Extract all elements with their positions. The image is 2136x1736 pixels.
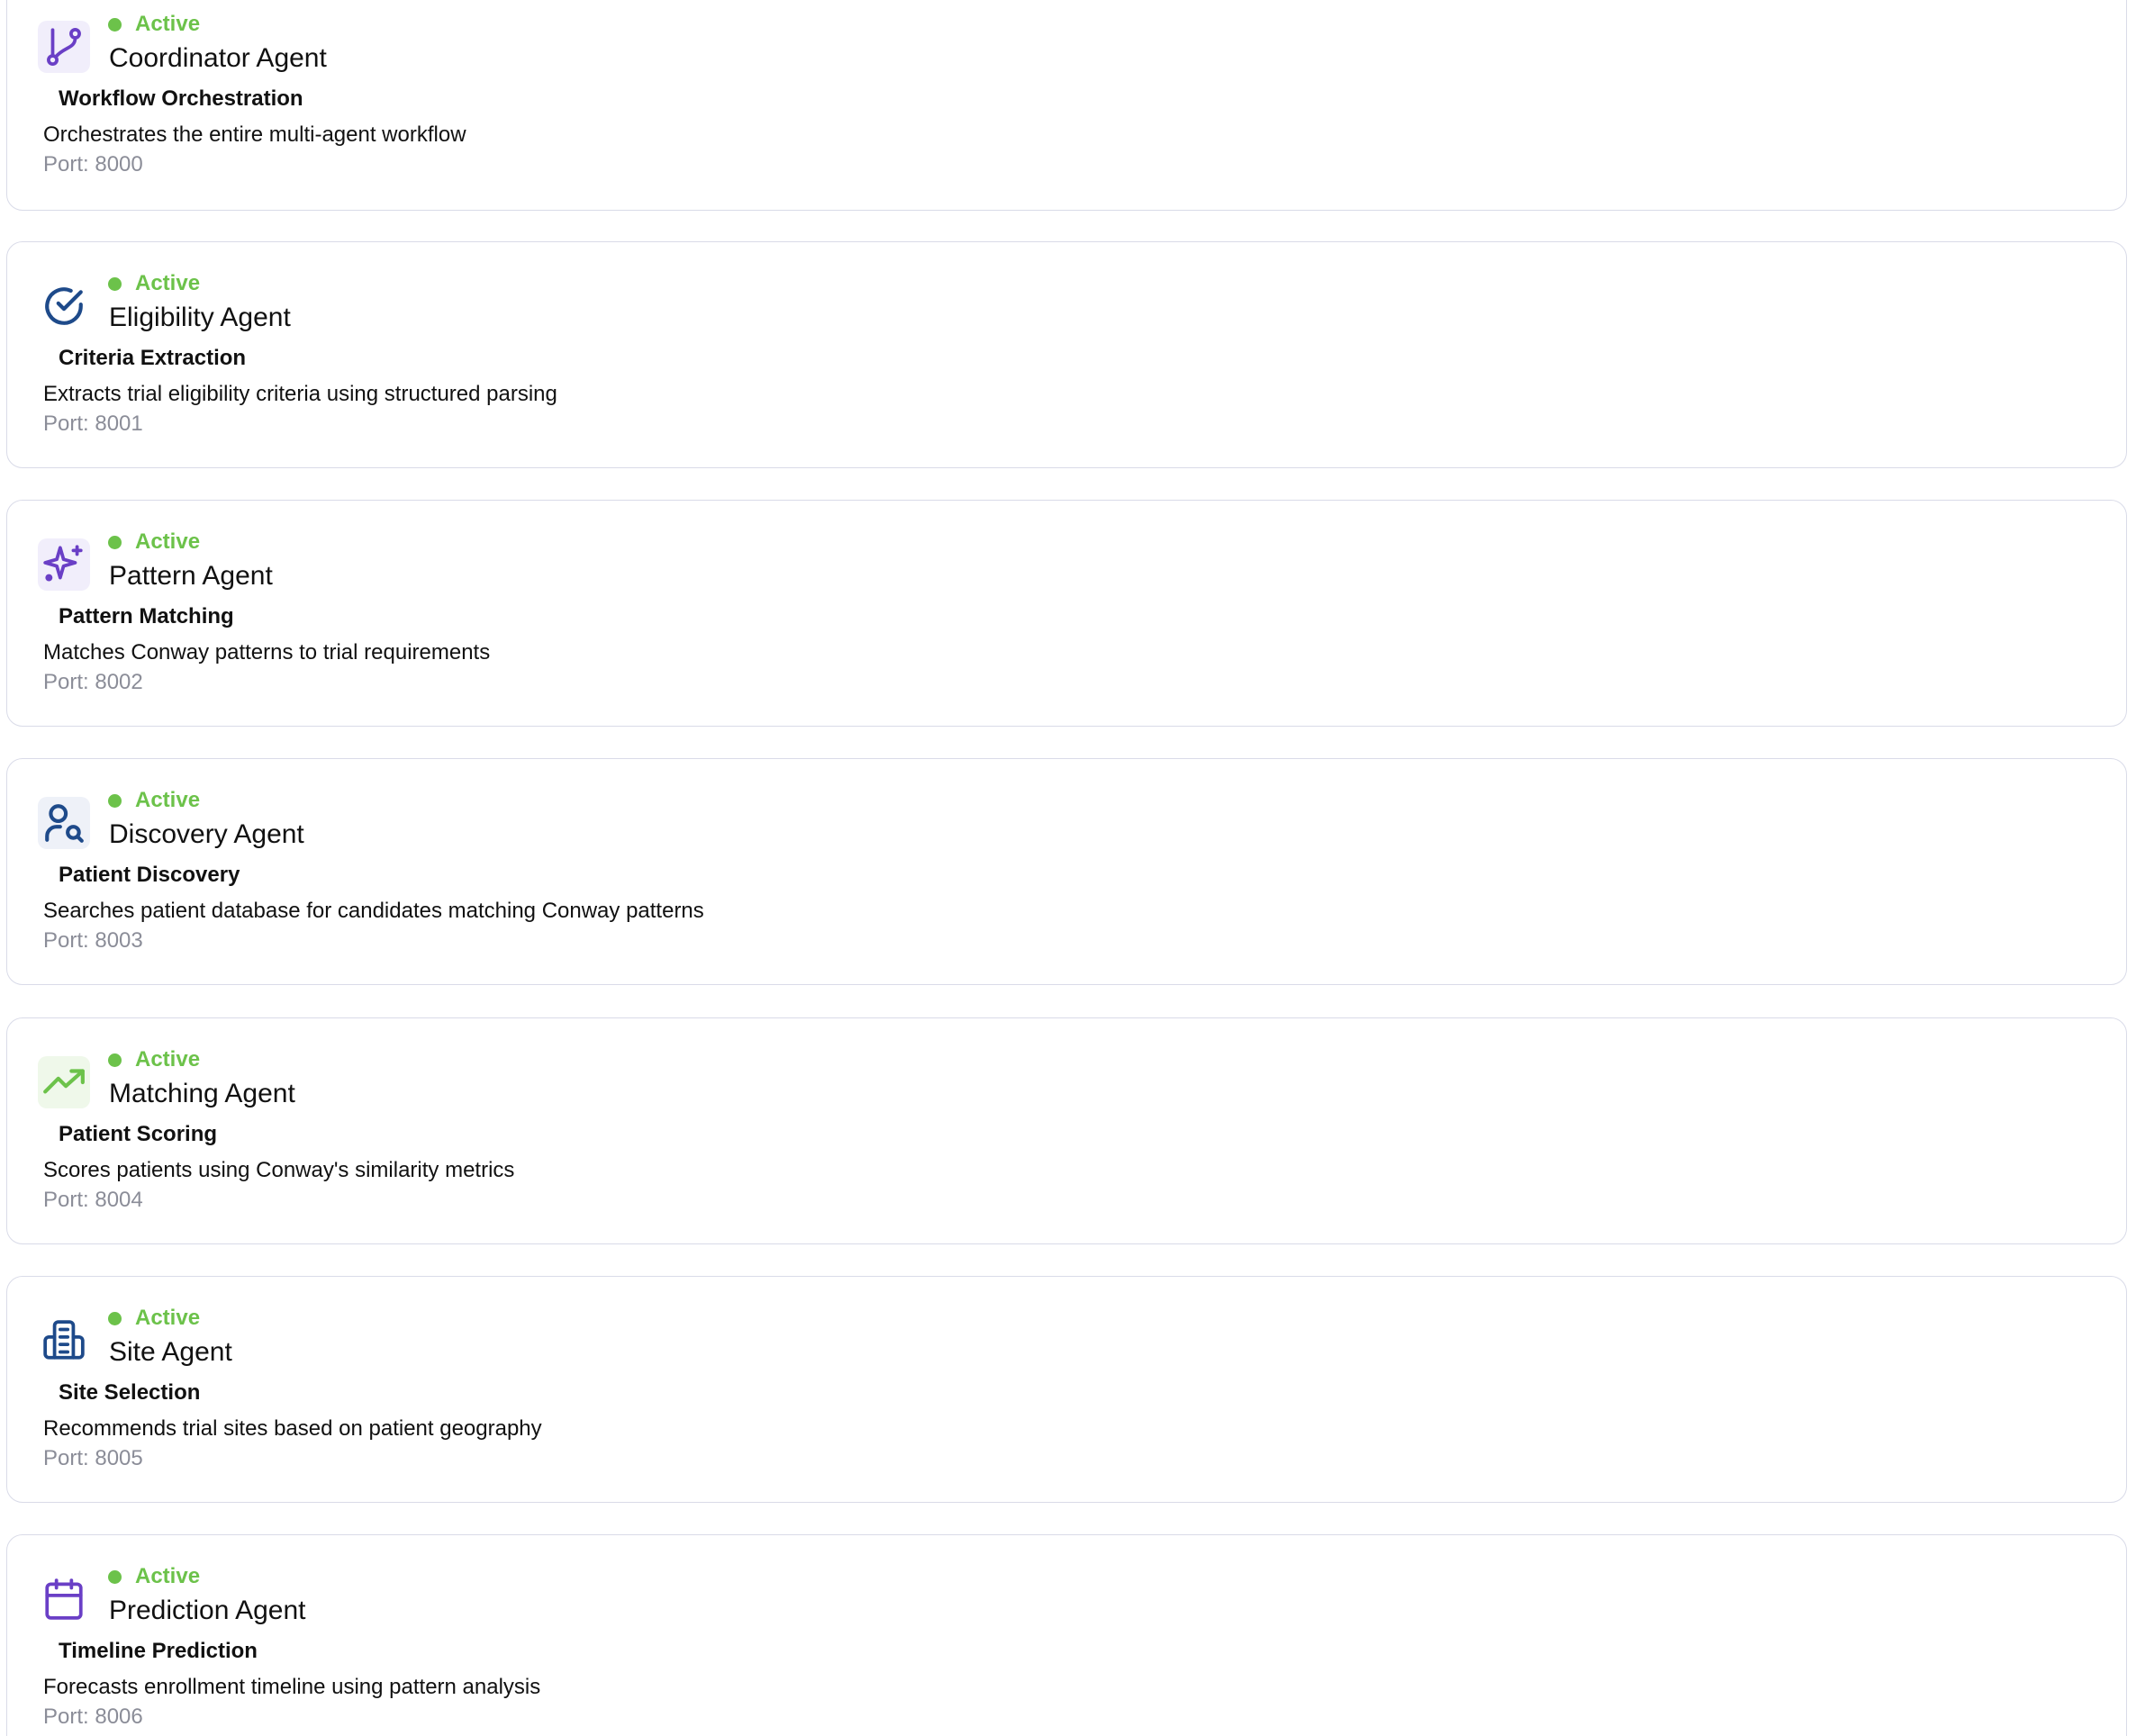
status-indicator: Active bbox=[108, 1045, 200, 1074]
building-icon bbox=[38, 1315, 90, 1367]
agent-name: Coordinator Agent bbox=[109, 43, 327, 73]
agent-name: Matching Agent bbox=[109, 1079, 295, 1108]
status-label: Active bbox=[135, 529, 201, 554]
agent-role: Pattern Matching bbox=[59, 604, 234, 628]
status-indicator: Active bbox=[108, 269, 200, 298]
agent-role: Patient Discovery bbox=[59, 863, 240, 887]
calendar-icon bbox=[38, 1573, 90, 1625]
agent-name: Pattern Agent bbox=[109, 561, 273, 591]
agent-card-discovery[interactable]: Active Discovery Agent Patient Discovery… bbox=[6, 758, 2127, 985]
agent-name: Discovery Agent bbox=[109, 819, 304, 849]
agent-role: Workflow Orchestration bbox=[59, 86, 303, 111]
trending-up-icon bbox=[38, 1056, 90, 1108]
status-indicator: Active bbox=[108, 786, 200, 815]
agent-role: Site Selection bbox=[59, 1380, 201, 1405]
status-label: Active bbox=[135, 1306, 201, 1330]
git-branch-icon bbox=[38, 21, 90, 73]
agent-role: Patient Scoring bbox=[59, 1122, 218, 1146]
agent-list: Active Coordinator Agent Workflow Orches… bbox=[0, 0, 2136, 1736]
status-dot bbox=[108, 535, 122, 549]
agent-description: Orchestrates the entire multi-agent work… bbox=[43, 122, 466, 147]
status-indicator: Active bbox=[108, 1304, 200, 1333]
check-circle-icon bbox=[38, 280, 90, 332]
status-label: Active bbox=[135, 12, 201, 36]
agent-role: Criteria Extraction bbox=[59, 346, 247, 370]
sparkles-icon bbox=[38, 538, 90, 591]
status-dot bbox=[108, 1053, 122, 1067]
status-label: Active bbox=[135, 1564, 201, 1588]
agent-description: Searches patient database for candidates… bbox=[43, 899, 704, 923]
agent-name: Eligibility Agent bbox=[109, 303, 291, 332]
agent-port: Port: 8005 bbox=[43, 1446, 143, 1470]
status-label: Active bbox=[135, 1047, 201, 1071]
agent-port: Port: 8004 bbox=[43, 1188, 143, 1212]
agent-description: Forecasts enrollment timeline using patt… bbox=[43, 1675, 541, 1699]
user-search-icon bbox=[38, 797, 90, 849]
agent-port: Port: 8001 bbox=[43, 411, 143, 436]
agent-description: Scores patients using Conway's similarit… bbox=[43, 1158, 515, 1182]
status-dot bbox=[108, 1311, 122, 1325]
agent-card-matching[interactable]: Active Matching Agent Patient Scoring Sc… bbox=[6, 1017, 2127, 1244]
status-dot bbox=[108, 793, 122, 808]
agent-card-prediction[interactable]: Active Prediction Agent Timeline Predict… bbox=[6, 1534, 2127, 1736]
status-label: Active bbox=[135, 788, 201, 812]
agent-port: Port: 8003 bbox=[43, 928, 143, 953]
agent-description: Recommends trial sites based on patient … bbox=[43, 1416, 542, 1441]
agent-name: Prediction Agent bbox=[109, 1596, 306, 1625]
agent-role: Timeline Prediction bbox=[59, 1639, 258, 1663]
agent-card-pattern[interactable]: Active Pattern Agent Pattern Matching Ma… bbox=[6, 500, 2127, 727]
agent-port: Port: 8000 bbox=[43, 152, 143, 176]
status-indicator: Active bbox=[108, 528, 200, 556]
status-dot bbox=[108, 17, 122, 32]
agent-card-site[interactable]: Active Site Agent Site Selection Recomme… bbox=[6, 1276, 2127, 1503]
agent-name: Site Agent bbox=[109, 1337, 232, 1367]
status-indicator: Active bbox=[108, 1562, 200, 1591]
agent-card-eligibility[interactable]: Active Eligibility Agent Criteria Extrac… bbox=[6, 241, 2127, 468]
agent-description: Extracts trial eligibility criteria usin… bbox=[43, 382, 557, 406]
status-indicator: Active bbox=[108, 10, 200, 39]
agent-port: Port: 8006 bbox=[43, 1704, 143, 1729]
agent-port: Port: 8002 bbox=[43, 670, 143, 694]
status-label: Active bbox=[135, 271, 201, 295]
status-dot bbox=[108, 276, 122, 291]
agent-card-coordinator[interactable]: Active Coordinator Agent Workflow Orches… bbox=[6, 0, 2127, 211]
status-dot bbox=[108, 1569, 122, 1584]
agent-description: Matches Conway patterns to trial require… bbox=[43, 640, 491, 665]
